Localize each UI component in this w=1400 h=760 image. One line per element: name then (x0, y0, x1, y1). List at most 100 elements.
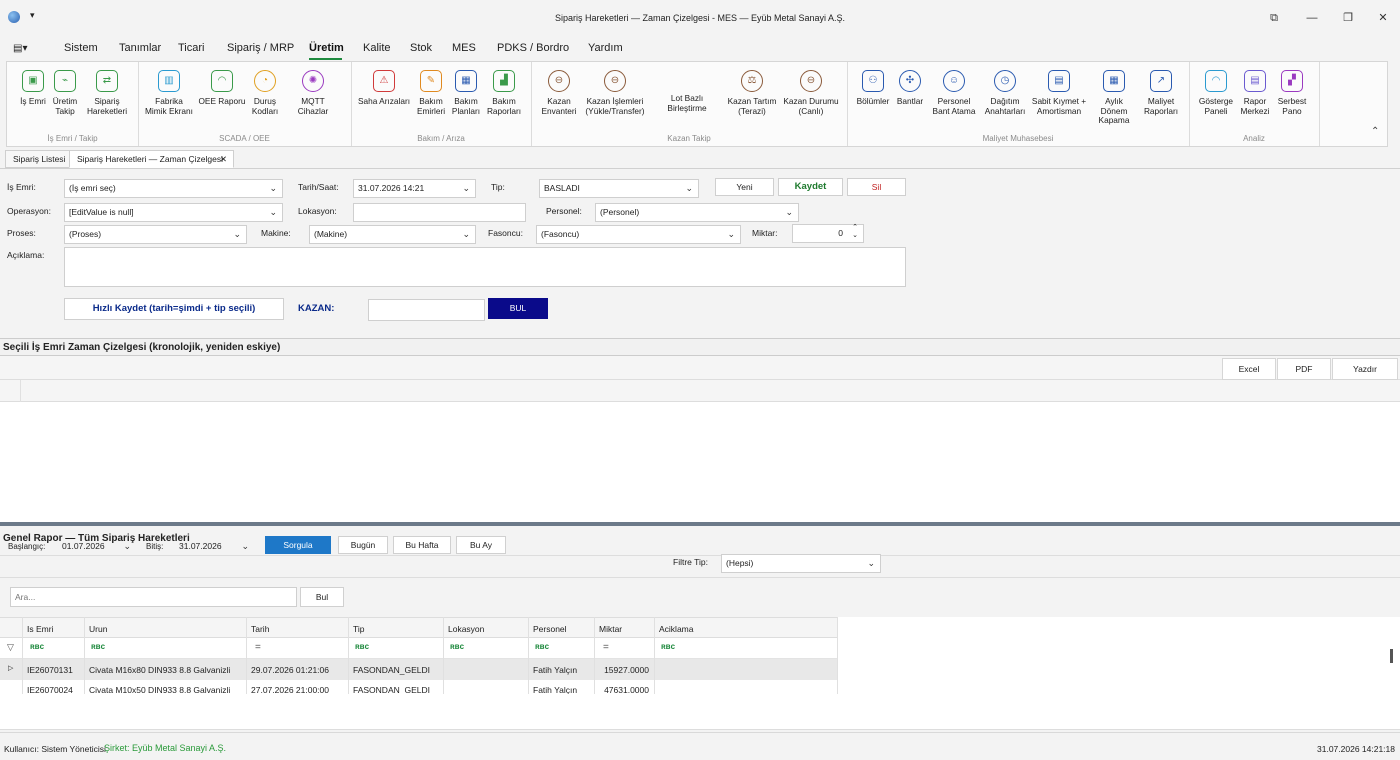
maximize-button[interactable]: ❐ (1337, 9, 1359, 27)
ribbon-button-bakim-planlari[interactable]: ▦ Bakım Planları (450, 70, 482, 116)
bul-kazan-button[interactable]: BUL (488, 298, 548, 319)
search-input[interactable] (10, 587, 297, 607)
menu-uretim[interactable]: Üretim (309, 42, 344, 54)
menu-stok[interactable]: Stok (410, 42, 432, 54)
ribbon-button-bolumler[interactable]: ⚇ Bölümler (855, 70, 891, 107)
close-button[interactable]: ✕ (1372, 9, 1394, 27)
filter-contains-icon[interactable]: ʀʙc (450, 642, 464, 651)
kazan-input[interactable] (368, 299, 485, 321)
col-urun[interactable]: Urun (89, 624, 107, 634)
sorgula-button[interactable]: Sorgula (265, 536, 331, 554)
chevron-down-icon[interactable]: ⌄ (685, 180, 693, 197)
restore-layout-icon[interactable]: ⧉ (1263, 9, 1285, 27)
col-personel[interactable]: Personel (533, 624, 567, 634)
excel-export-button[interactable]: Excel (1222, 358, 1276, 380)
collapse-ribbon-icon[interactable]: ⌃ (1371, 126, 1379, 137)
col-aciklama[interactable]: Aciklama (659, 624, 693, 634)
ribbon-button-bantlar[interactable]: ✣ Bantlar (895, 70, 925, 107)
col-tarih[interactable]: Tarih (251, 624, 269, 634)
ribbon-button-kazan-islemleri[interactable]: ⊖ Kazan İşlemleri (Yükle/Transfer) (585, 70, 645, 116)
sil-button[interactable]: Sil (847, 178, 906, 196)
filter-funnel-icon[interactable]: ▽ (7, 642, 14, 653)
pdf-export-button[interactable]: PDF (1277, 358, 1331, 380)
ribbon-button-bakim-emirleri[interactable]: ✎ Bakım Emirleri (415, 70, 447, 116)
menu-kalite[interactable]: Kalite (363, 42, 391, 54)
hizli-kaydet-button[interactable]: Hızlı Kaydet (tarih=şimdi + tip seçili) (64, 298, 284, 320)
ribbon-button-kazan-durumu[interactable]: ⊖ Kazan Durumu (Canlı) (783, 70, 839, 116)
col-lokasyon[interactable]: Lokasyon (448, 624, 484, 634)
col-miktar[interactable]: Miktar (599, 624, 622, 634)
ribbon-button-lot-birlestirme[interactable]: Lot Bazlı Birleştirme (651, 93, 723, 113)
baslangic-date[interactable]: 01.07.2026 ⌄ (57, 538, 137, 554)
print-button[interactable]: Yazdır (1332, 358, 1398, 380)
table-row[interactable]: ▷ IE26070131 Civata M16x80 DIN933 8.8 Ga… (0, 659, 837, 680)
bugun-button[interactable]: Bugün (338, 536, 388, 554)
spin-updown-icon[interactable]: ⌃ ⌄ (852, 224, 858, 240)
vertical-scrollbar[interactable] (1390, 649, 1393, 663)
timeline-grid[interactable] (0, 380, 1400, 522)
bu-hafta-button[interactable]: Bu Hafta (393, 536, 451, 554)
menu-sistem[interactable]: Sistem (64, 42, 98, 54)
aciklama-textarea[interactable] (64, 247, 906, 287)
ribbon-button-rapor-merkezi[interactable]: ▤ Rapor Merkezi (1239, 70, 1271, 116)
table-row[interactable]: IE26070024 Civata M10x50 DIN933 8.8 Galv… (0, 680, 837, 694)
ribbon-button-dagitim-anahtarlari[interactable]: ◷ Dağıtım Anahtarları (983, 70, 1027, 116)
personel-combo[interactable]: (Personel) ⌄ (595, 203, 799, 222)
filter-contains-icon[interactable]: ʀʙc (535, 642, 549, 651)
chevron-down-icon[interactable]: ⌄ (269, 180, 277, 197)
menu-pdks-bordro[interactable]: PDKS / Bordro (497, 42, 569, 54)
ribbon-button-maliyet-raporlari[interactable]: ↗ Maliyet Raporları (1141, 70, 1181, 116)
tarih-picker[interactable]: 31.07.2026 14:21 ⌄ (353, 179, 476, 198)
chevron-down-icon[interactable]: ⌄ (867, 555, 875, 572)
yeni-button[interactable]: Yeni (715, 178, 774, 196)
filtre-tip-combo[interactable]: (Hepsi) ⌄ (721, 554, 881, 573)
chevron-down-icon[interactable]: ⌄ (727, 226, 735, 243)
ribbon-button-aylik-donem[interactable]: ▦ Aylık Dönem Kapama (1091, 70, 1137, 126)
ribbon-button-siparis-hareketleri[interactable]: ⇄ Sipariş Hareketleri (83, 70, 131, 116)
menu-siparis-mrp[interactable]: Sipariş / MRP (227, 42, 294, 54)
ribbon-button-oee-raporu[interactable]: ◠ OEE Raporu (197, 70, 247, 107)
ribbon-button-gosterge-paneli[interactable]: ◠ Gösterge Paneli (1197, 70, 1235, 116)
chevron-down-icon[interactable]: ⌄ (462, 180, 470, 197)
tip-combo[interactable]: BASLADI ⌄ (539, 179, 699, 198)
menu-ticari[interactable]: Ticari (178, 42, 204, 54)
filter-contains-icon[interactable]: ʀʙc (661, 642, 675, 651)
filter-equals-icon[interactable]: = (603, 642, 609, 653)
filter-contains-icon[interactable]: ʀʙc (355, 642, 369, 651)
bu-ay-button[interactable]: Bu Ay (456, 536, 506, 554)
ribbon-button-durus-kodlari[interactable]: ◔ Duruş Kodları (247, 70, 283, 116)
menu-tanimlar[interactable]: Tanımlar (119, 42, 161, 54)
filter-contains-icon[interactable]: ʀʙc (30, 642, 44, 651)
lokasyon-input[interactable] (353, 203, 526, 222)
ribbon-button-bakim-raporlari[interactable]: ▟ Bakım Raporları (485, 70, 523, 116)
ribbon-button-serbest-pano[interactable]: ▞ Serbest Pano (1275, 70, 1309, 116)
col-tip[interactable]: Tip (353, 624, 365, 634)
close-tab-icon[interactable]: ✕ (220, 151, 227, 167)
filter-contains-icon[interactable]: ʀʙc (91, 642, 105, 651)
fasoncu-combo[interactable]: (Fasoncu) ⌄ (536, 225, 741, 244)
app-menu-icon[interactable]: ▤▾ (13, 43, 27, 54)
chevron-down-icon[interactable]: ⌄ (462, 226, 470, 243)
ribbon-button-personel-bant[interactable]: ☺ Personel Bant Atama (929, 70, 979, 116)
ribbon-button-kazan-envanteri[interactable]: ⊖ Kazan Envanteri (537, 70, 581, 116)
makine-combo[interactable]: (Makine) ⌄ (309, 225, 476, 244)
chevron-down-icon[interactable]: ⌄ (233, 226, 241, 243)
ribbon-button-sabit-kiymet[interactable]: ▤ Sabit Kıymet + Amortisman (1031, 70, 1087, 116)
bitis-date[interactable]: 31.07.2026 ⌄ (174, 538, 255, 554)
ribbon-button-kazan-tartim[interactable]: ⚖ Kazan Tartım (Terazi) (727, 70, 777, 116)
chevron-down-icon[interactable]: ⌄ (269, 204, 277, 221)
ribbon-button-saha-arizalari[interactable]: ⚠ Saha Arızaları (357, 70, 411, 107)
tab-siparis-hareketleri[interactable]: Sipariş Hareketleri — Zaman Çizelgesi ✕ (69, 150, 234, 168)
miktar-spinner[interactable]: 0 ⌃ ⌄ (792, 224, 864, 243)
chevron-down-icon[interactable]: ⌄ (123, 539, 131, 553)
minimize-button[interactable]: — (1301, 9, 1323, 27)
chevron-down-icon[interactable]: ⌄ (241, 539, 249, 553)
kaydet-button[interactable]: Kaydet (778, 178, 843, 196)
bul-search-button[interactable]: Bul (300, 587, 344, 607)
filter-equals-icon[interactable]: = (255, 642, 261, 653)
proses-combo[interactable]: (Proses) ⌄ (64, 225, 247, 244)
is-emri-combo[interactable]: (İş emri seç) ⌄ (64, 179, 283, 198)
ribbon-button-fabrika-mimik[interactable]: ▥ Fabrika Mimik Ekranı (145, 70, 193, 116)
ribbon-button-uretim-takip[interactable]: ⌁ Üretim Takip (47, 70, 83, 116)
ribbon-button-mqtt-cihazlar[interactable]: ✺ MQTT Cihazlar (285, 70, 341, 116)
